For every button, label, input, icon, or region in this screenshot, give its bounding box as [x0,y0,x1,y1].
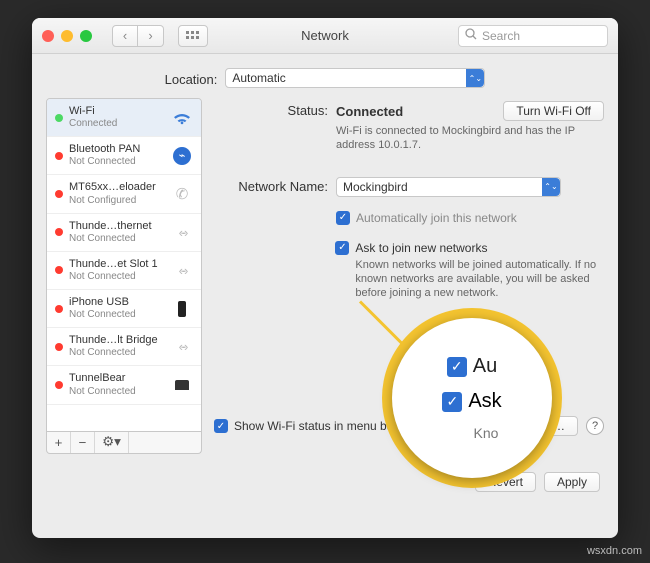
watermark: wsxdn.com [587,545,642,557]
ask-join-description: Known networks will be joined automatica… [355,258,604,301]
sidebar-item-thunderbolt-bridge[interactable]: Thunde…lt Bridge Not Connected ‹···› [47,328,201,366]
ask-join-label: Ask to join new networks [355,241,487,255]
select-arrows-icon: ⌃⌄ [542,178,560,196]
apply-button[interactable]: Apply [544,472,600,492]
arrows-icon: ‹···› [171,337,193,357]
help-button[interactable]: ? [586,417,604,435]
search-icon [465,28,477,43]
checkbox-on-icon: ✓ [336,211,350,225]
callout-text: Au [473,355,497,378]
wifi-icon [171,108,193,128]
sidebar-item-thunderbolt-slot1[interactable]: Thunde…et Slot 1 Not Connected ‹···› [47,252,201,290]
status-dot-icon [55,381,63,389]
zoom-window-button[interactable] [80,30,92,42]
ask-join-checkbox[interactable]: ✓ Ask to join new networks [335,241,604,255]
search-field[interactable]: Search [458,25,608,47]
status-dot-icon [55,114,63,122]
network-name-value: Mockingbird [343,180,408,194]
turn-wifi-off-button[interactable]: Turn Wi-Fi Off [503,101,604,121]
arrows-icon: ‹···› [171,222,193,242]
titlebar: ‹ › Network Search [32,18,618,54]
sidebar-item-sub: Not Connected [69,347,165,359]
callout-text: Kno [474,425,499,441]
sidebar-item-sub: Not Connected [69,156,165,168]
auto-join-label: Automatically join this network [356,211,517,225]
back-button[interactable]: ‹ [112,25,138,47]
sidebar-item-label: Thunde…et Slot 1 [69,258,165,271]
status-dot-icon [55,190,63,198]
sidebar-item-sub: Not Connected [69,233,165,245]
forward-button[interactable]: › [138,25,164,47]
callout-ask-join: ✓ Ask [442,390,501,413]
location-value: Automatic [232,71,285,85]
remove-interface-button[interactable]: − [71,432,95,453]
status-dot-icon [55,152,63,160]
sidebar-item-sub: Not Connected [69,309,165,321]
checkbox-on-icon: ✓ [214,419,228,433]
sidebar-item-sub: Not Configured [69,195,165,207]
checkbox-on-icon: ✓ [447,357,467,377]
nav-back-forward: ‹ › [112,25,164,47]
status-dot-icon [55,343,63,351]
sidebar-item-sub: Not Connected [69,386,165,398]
sidebar-item-label: Wi-Fi [69,105,165,118]
network-preferences-window: ‹ › Network Search Location: Automatic ⌃… [32,18,618,538]
checkbox-on-icon: ✓ [442,392,462,412]
show-wifi-status-checkbox[interactable]: ✓ Show Wi-Fi status in menu bar [214,419,397,433]
status-dot-icon [55,305,63,313]
network-name-label: Network Name: [214,177,328,194]
interfaces-sidebar: Wi-Fi Connected Bluetooth PAN Not Connec… [46,98,202,432]
sidebar-item-label: Bluetooth PAN [69,143,165,156]
network-name-select[interactable]: Mockingbird ⌃⌄ [336,177,561,197]
show-all-button[interactable] [178,25,208,47]
search-placeholder: Search [482,29,520,43]
window-controls [42,30,100,42]
sidebar-item-sub: Not Connected [69,271,165,283]
close-window-button[interactable] [42,30,54,42]
minimize-window-button[interactable] [61,30,73,42]
status-dot-icon [55,228,63,236]
sidebar-footer: + − ⚙︎▾ [46,432,202,454]
status-dot-icon [55,266,63,274]
show-wifi-status-label: Show Wi-Fi status in menu bar [234,419,397,433]
interface-actions-button[interactable]: ⚙︎▾ [95,432,129,453]
sidebar-item-tunnelbear[interactable]: TunnelBear Not Connected [47,366,201,404]
sidebar-item-bluetooth-pan[interactable]: Bluetooth PAN Not Connected ⌁ [47,137,201,175]
phone-sync-icon: ✆ [171,184,193,204]
sidebar-item-label: Thunde…lt Bridge [69,334,165,347]
status-value: Connected [336,104,403,119]
select-arrows-icon: ⌃⌄ [466,69,484,87]
auto-join-checkbox[interactable]: ✓ Automatically join this network [336,211,517,225]
sidebar-item-sub: Connected [69,118,165,130]
sidebar-item-label: iPhone USB [69,296,165,309]
location-select[interactable]: Automatic ⌃⌄ [225,68,485,88]
magnifier-callout: ✓ Au ✓ Ask Kno [392,318,552,478]
sidebar-item-mt65xx[interactable]: MT65xx…eloader Not Configured ✆ [47,175,201,213]
sidebar-item-label: MT65xx…eloader [69,181,165,194]
location-label: Location: [165,70,218,87]
bluetooth-icon: ⌁ [171,146,193,166]
callout-text: Ask [468,390,501,413]
sidebar-item-label: TunnelBear [69,372,165,385]
phone-icon [171,299,193,319]
bear-icon [171,375,193,395]
add-interface-button[interactable]: + [47,432,71,453]
status-description: Wi-Fi is connected to Mockingbird and ha… [336,124,596,153]
checkbox-on-icon: ✓ [335,241,349,255]
sidebar-item-wifi[interactable]: Wi-Fi Connected [47,99,201,137]
grid-icon [186,31,200,41]
arrows-icon: ‹···› [171,260,193,280]
sidebar-item-thunderbolt-ethernet[interactable]: Thunde…thernet Not Connected ‹···› [47,214,201,252]
sidebar-item-iphone-usb[interactable]: iPhone USB Not Connected [47,290,201,328]
callout-auto-join: ✓ Au [447,355,497,378]
sidebar-item-label: Thunde…thernet [69,220,165,233]
status-label: Status: [214,101,328,118]
